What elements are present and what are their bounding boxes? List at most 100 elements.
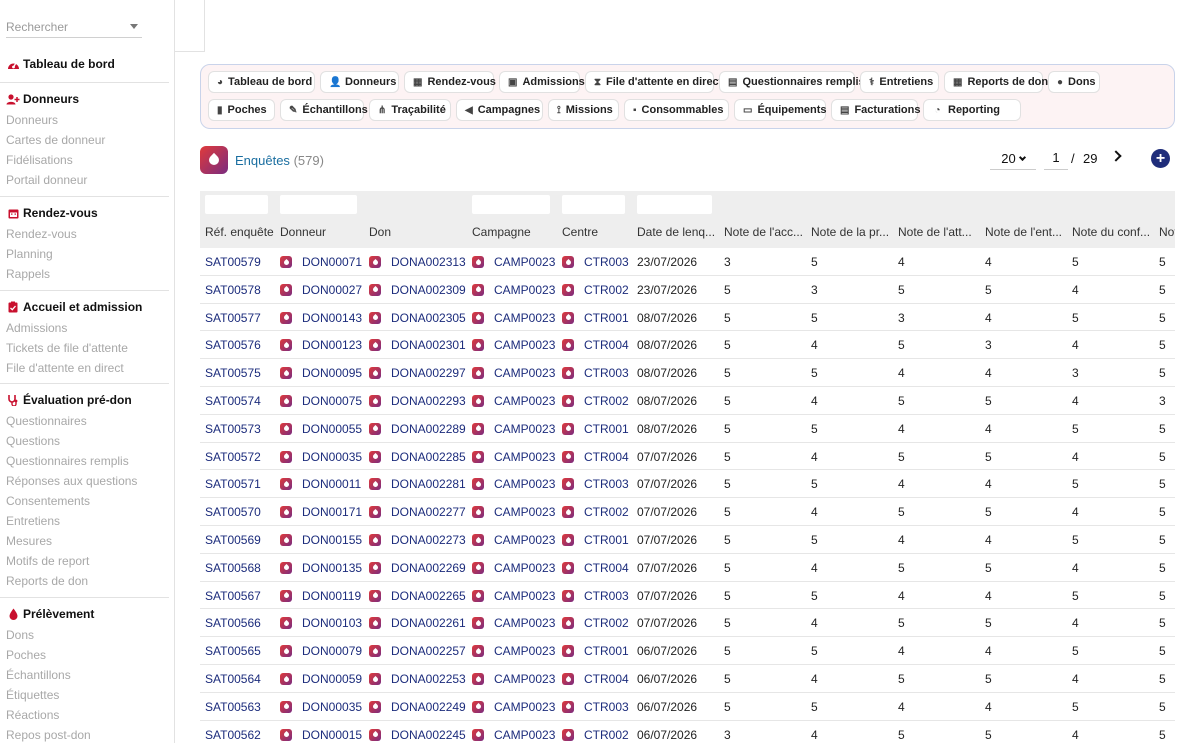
sidebar-item[interactable]: Mesures [0,531,169,551]
table-cell-link[interactable]: SAT00565 [205,644,261,658]
table-row[interactable]: SAT00573 DON00055 DONA002289 CAMP0023 CTR001… [200,415,1175,443]
table-row[interactable]: SAT00570 DON00171 DONA002277 CAMP0023 CTR002… [200,498,1175,526]
column-header[interactable]: Note de la pr... [811,225,889,239]
sidebar-item[interactable]: Questionnaires remplis [0,451,169,471]
table-cell-link[interactable]: DONA002281 [391,477,466,491]
table-cell-link[interactable]: DON00143 [302,311,362,325]
table-cell-link[interactable]: CAMP0023 [494,394,555,408]
table-cell-link[interactable]: CTR004 [584,338,629,352]
table-cell-link[interactable]: CTR002 [584,616,629,630]
add-record-button[interactable]: + [1151,149,1170,168]
sidebar-item[interactable]: Consentements [0,491,169,511]
table-cell-link[interactable]: CTR003 [584,477,629,491]
table-cell-link[interactable]: SAT00577 [205,311,261,325]
table-cell-link[interactable]: CTR002 [584,728,629,742]
table-cell-link[interactable]: CTR003 [584,700,629,714]
table-row[interactable]: SAT00566 DON00103 DONA002261 CAMP0023 CTR002… [200,609,1175,638]
table-cell-link[interactable]: DONA002309 [391,283,466,297]
sidebar-item[interactable]: Tickets de file d'attente [0,338,169,358]
table-cell-link[interactable]: SAT00571 [205,477,261,491]
table-row[interactable]: SAT00569 DON00155 DONA002273 CAMP0023 CTR001… [200,526,1175,554]
quicknav-chip[interactable]: ✎ Échantillons [280,99,368,121]
table-cell-link[interactable]: DONA002313 [391,255,466,269]
table-cell-link[interactable]: DON00071 [302,255,362,269]
table-cell-link[interactable]: SAT00579 [205,255,261,269]
quicknav-chip[interactable]: 👤 Donneurs [320,71,399,93]
column-header[interactable]: Réf. enquête [205,225,274,239]
table-cell-link[interactable]: DONA002253 [391,672,466,686]
column-header[interactable]: Note de l'att... [898,225,972,239]
table-cell-link[interactable]: CTR002 [584,394,629,408]
table-cell-link[interactable]: CTR001 [584,644,629,658]
table-cell-link[interactable]: CTR001 [584,533,629,547]
table-row[interactable]: SAT00567 DON00119 DONA002265 CAMP0023 CTR003… [200,582,1175,610]
sidebar-item[interactable]: Repos post-don [0,725,169,743]
table-cell-link[interactable]: DON00103 [302,616,362,630]
table-cell-link[interactable]: CAMP0023 [494,255,555,269]
table-cell-link[interactable]: DONA002257 [391,644,466,658]
column-filter-input[interactable] [205,195,268,214]
table-row[interactable]: SAT00572 DON00035 DONA002285 CAMP0023 CTR004… [200,443,1175,471]
quicknav-chip[interactable]: ◔ Reporting [923,99,1021,121]
table-cell-link[interactable]: DON00119 [302,589,361,603]
column-filter-input[interactable] [637,195,712,214]
table-cell-link[interactable]: CAMP0023 [494,589,555,603]
table-cell-link[interactable]: DON00079 [302,644,362,658]
sidebar-item[interactable]: Questionnaires [0,411,169,431]
table-cell-link[interactable]: CAMP0023 [494,477,555,491]
table-cell-link[interactable]: CTR002 [584,505,629,519]
table-cell-link[interactable]: DON00035 [302,700,362,714]
sidebar-section-header[interactable]: Évaluation pré-don [0,391,169,409]
column-header[interactable]: Note de l'ent... [985,225,1062,239]
table-cell-link[interactable]: SAT00575 [205,366,261,380]
sidebar-item[interactable]: Fidélisations [0,150,169,170]
quicknav-chip[interactable]: ▦ Rendez-vous [404,71,496,93]
column-header[interactable]: Not [1159,225,1175,239]
column-filter-input[interactable] [472,195,550,214]
quicknav-chip[interactable]: ▭ Équipements [734,99,827,121]
quicknav-chip[interactable]: ● Dons [1048,71,1100,93]
table-cell-link[interactable]: SAT00562 [205,728,261,742]
table-row[interactable]: SAT00574 DON00075 DONA002293 CAMP0023 CTR002… [200,387,1175,415]
table-cell-link[interactable]: CAMP0023 [494,616,555,630]
quicknav-chip[interactable]: ⚕ Entretiens [860,71,939,93]
column-header[interactable]: Note du conf... [1072,225,1150,239]
column-header[interactable]: Donneur [280,225,326,239]
quicknav-chip[interactable]: ▣ Admissions [499,71,585,93]
table-row[interactable]: SAT00578 DON00027 DONA002309 CAMP0023 CTR002… [200,276,1175,304]
table-row[interactable]: SAT00577 DON00143 DONA002305 CAMP0023 CTR001… [200,304,1175,332]
table-cell-link[interactable]: CTR004 [584,672,629,686]
column-filter-input[interactable] [280,195,357,214]
quicknav-chip[interactable]: ▮ Poches [208,99,275,121]
table-cell-link[interactable]: DONA002269 [391,561,466,575]
table-cell-link[interactable]: SAT00564 [205,672,261,686]
column-filter-input[interactable] [562,195,625,214]
table-cell-link[interactable]: DON00075 [302,394,362,408]
table-cell-link[interactable]: SAT00578 [205,283,261,297]
search-input[interactable]: Rechercher [6,18,142,38]
quicknav-chip[interactable]: ⧗ File d'attente en direct [585,71,722,93]
sidebar-item[interactable]: Rappels [0,264,169,284]
quicknav-chip[interactable]: ▪ Consommables [624,99,729,121]
quicknav-chip[interactable]: ▤ Facturations [831,99,920,121]
table-row[interactable]: SAT00564 DON00059 DONA002253 CAMP0023 CTR004… [200,665,1175,693]
sidebar-item[interactable]: Donneurs [0,110,169,130]
table-cell-link[interactable]: SAT00573 [205,422,261,436]
table-cell-link[interactable]: CAMP0023 [494,672,555,686]
column-header[interactable]: Date de lenq... [637,225,715,239]
table-cell-link[interactable]: DONA002293 [391,394,466,408]
page-size-select[interactable]: 20 [990,148,1036,170]
table-cell-link[interactable]: CTR002 [584,283,629,297]
table-row[interactable]: SAT00562 DON00015 DONA002245 CAMP0023 CTR002… [200,721,1175,743]
table-cell-link[interactable]: DON00059 [302,672,362,686]
sidebar-item[interactable]: Dons [0,625,169,645]
table-cell-link[interactable]: DON00123 [302,338,362,352]
table-cell-link[interactable]: CTR001 [584,422,629,436]
table-cell-link[interactable]: SAT00570 [205,505,261,519]
table-row[interactable]: SAT00565 DON00079 DONA002257 CAMP0023 CTR001… [200,637,1175,665]
table-cell-link[interactable]: SAT00568 [205,561,261,575]
table-row[interactable]: SAT00568 DON00135 DONA002269 CAMP0023 CTR004… [200,554,1175,582]
sidebar-item[interactable]: Admissions [0,318,169,338]
table-row[interactable]: SAT00571 DON00011 DONA002281 CAMP0023 CTR003… [200,470,1175,499]
table-cell-link[interactable]: DON00095 [302,366,362,380]
